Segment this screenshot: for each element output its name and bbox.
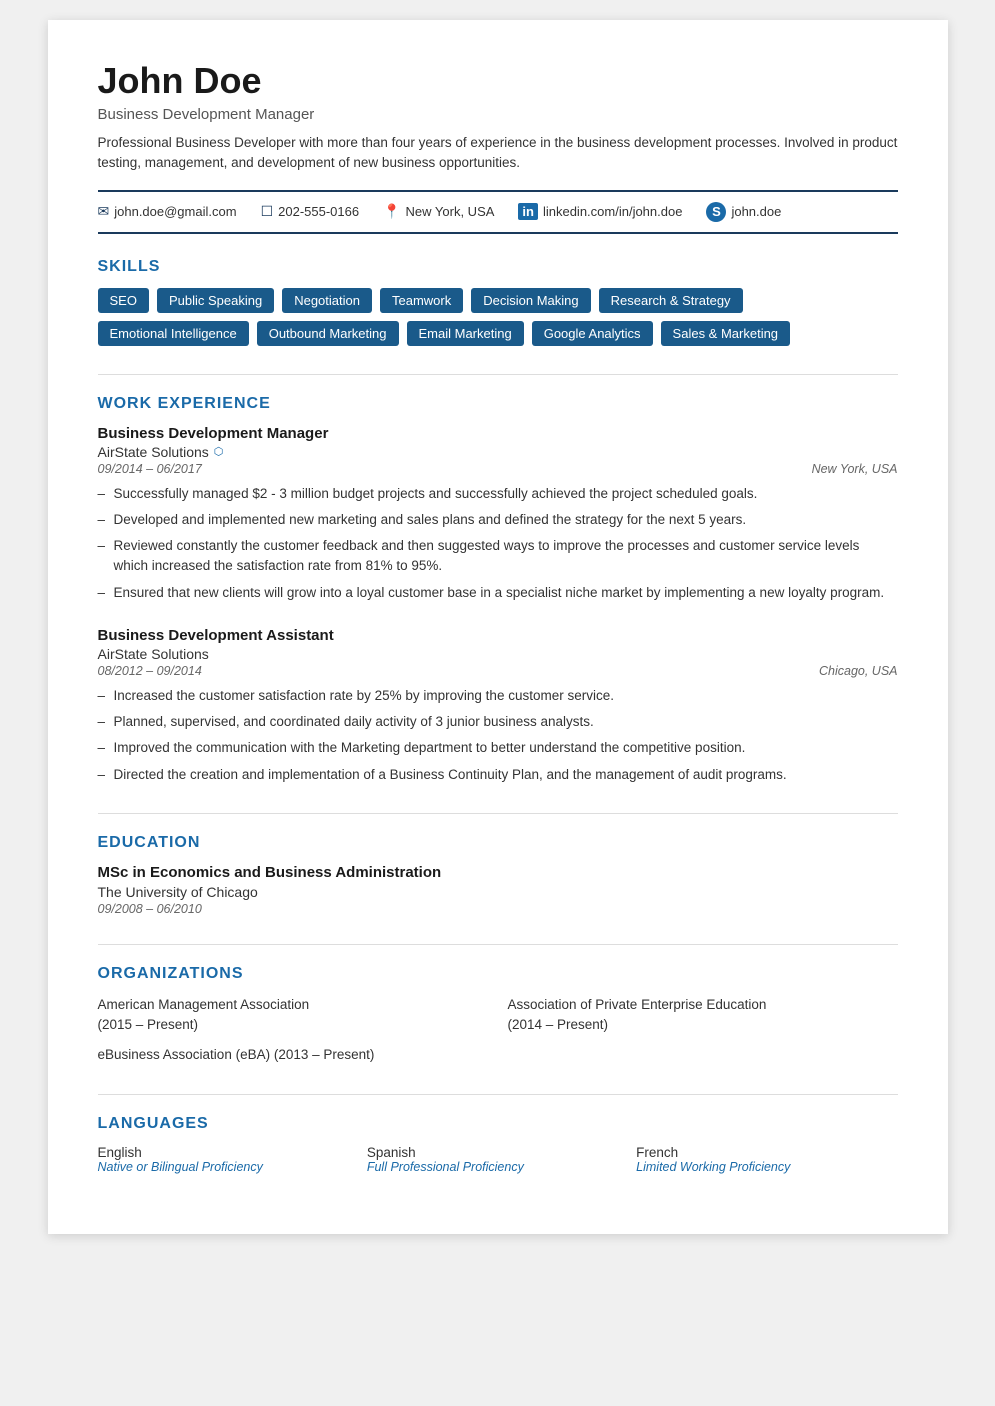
- education-divider: [98, 813, 898, 814]
- job-location: Chicago, USA: [819, 664, 898, 678]
- skill-tag: SEO: [98, 288, 149, 313]
- work-experience-section: WORK EXPERIENCE Business Development Man…: [98, 395, 898, 785]
- job-bullet: Increased the customer satisfaction rate…: [98, 686, 898, 706]
- org-item: Association of Private Enterprise Educat…: [508, 995, 898, 1036]
- education-section-title: EDUCATION: [98, 834, 898, 852]
- org-item: American Management Association(2015 – P…: [98, 995, 488, 1036]
- organizations-section: ORGANIZATIONS American Management Associ…: [98, 965, 898, 1066]
- language-level: Full Professional Proficiency: [367, 1160, 628, 1174]
- phone-value: 202-555-0166: [278, 204, 359, 219]
- contact-linkedin: in linkedin.com/in/john.doe: [518, 203, 682, 220]
- edu-dates: 09/2008 – 06/2010: [98, 902, 898, 916]
- job-bullet: Ensured that new clients will grow into …: [98, 583, 898, 603]
- orgs-grid: American Management Association(2015 – P…: [98, 995, 898, 1066]
- candidate-summary: Professional Business Developer with mor…: [98, 133, 898, 174]
- contact-location: 📍 New York, USA: [383, 203, 494, 220]
- skills-row-2: Emotional Intelligence Outbound Marketing…: [98, 321, 898, 346]
- header-section: John Doe Business Development Manager Pr…: [98, 60, 898, 174]
- skill-tag: Negotiation: [282, 288, 372, 313]
- job-entry: Business Development Assistant AirState S…: [98, 627, 898, 785]
- languages-section: LANGUAGES EnglishNative or Bilingual Pro…: [98, 1115, 898, 1174]
- skills-row-1: SEO Public Speaking Negotiation Teamwork Dec…: [98, 288, 898, 313]
- language-item: EnglishNative or Bilingual Proficiency: [98, 1145, 359, 1174]
- resume-container: John Doe Business Development Manager Pr…: [48, 20, 948, 1234]
- location-icon: 📍: [383, 203, 400, 220]
- education-section: EDUCATION MSc in Economics and Business …: [98, 834, 898, 916]
- skills-section: SKILLS SEO Public Speaking Negotiation Team…: [98, 258, 898, 346]
- contact-phone: ☐ 202-555-0166: [261, 203, 360, 220]
- external-link-icon[interactable]: ⬡: [214, 445, 224, 458]
- contact-bar: ✉ john.doe@gmail.com ☐ 202-555-0166 📍 Ne…: [98, 190, 898, 234]
- edu-school: The University of Chicago: [98, 884, 898, 900]
- job-bullet: Planned, supervised, and coordinated dai…: [98, 712, 898, 732]
- orgs-right-col: Association of Private Enterprise Educat…: [508, 995, 898, 1066]
- candidate-title: Business Development Manager: [98, 106, 898, 123]
- language-name: English: [98, 1145, 359, 1160]
- job-title: Business Development Manager: [98, 425, 898, 442]
- skype-icon: S: [706, 202, 726, 222]
- skills-divider: [98, 374, 898, 375]
- org-item: eBusiness Association (eBA) (2013 – Pres…: [98, 1045, 488, 1065]
- skype-value: john.doe: [731, 204, 781, 219]
- skill-tag: Google Analytics: [532, 321, 653, 346]
- work-section-title: WORK EXPERIENCE: [98, 395, 898, 413]
- job-bullet: Reviewed constantly the customer feedbac…: [98, 536, 898, 577]
- skill-tag: Sales & Marketing: [661, 321, 791, 346]
- skill-tag: Teamwork: [380, 288, 463, 313]
- job-bullet: Improved the communication with the Mark…: [98, 738, 898, 758]
- language-item: FrenchLimited Working Proficiency: [636, 1145, 897, 1174]
- job-company: AirState Solutions: [98, 646, 898, 662]
- orgs-left-col: American Management Association(2015 – P…: [98, 995, 488, 1066]
- job-bullet: Developed and implemented new marketing …: [98, 510, 898, 530]
- language-name: French: [636, 1145, 897, 1160]
- languages-divider: [98, 1094, 898, 1095]
- job-bullets: Successfully managed $2 - 3 million budg…: [98, 484, 898, 603]
- skill-tag: Emotional Intelligence: [98, 321, 249, 346]
- job-meta: 08/2012 – 09/2014 Chicago, USA: [98, 664, 898, 678]
- skill-tag: Research & Strategy: [599, 288, 743, 313]
- orgs-divider: [98, 944, 898, 945]
- orgs-section-title: ORGANIZATIONS: [98, 965, 898, 983]
- skill-tag: Outbound Marketing: [257, 321, 399, 346]
- email-value: john.doe@gmail.com: [114, 204, 236, 219]
- job-bullet: Directed the creation and implementation…: [98, 765, 898, 785]
- skills-section-title: SKILLS: [98, 258, 898, 276]
- job-entry: Business Development Manager AirState Sol…: [98, 425, 898, 603]
- job-bullets: Increased the customer satisfaction rate…: [98, 686, 898, 785]
- location-value: New York, USA: [406, 204, 495, 219]
- job-location: New York, USA: [812, 462, 898, 476]
- job-dates: 09/2014 – 06/2017: [98, 462, 202, 476]
- job-bullet: Successfully managed $2 - 3 million budg…: [98, 484, 898, 504]
- candidate-name: John Doe: [98, 60, 898, 102]
- language-level: Native or Bilingual Proficiency: [98, 1160, 359, 1174]
- linkedin-icon: in: [518, 203, 538, 220]
- job-company: AirState Solutions⬡: [98, 444, 898, 460]
- email-icon: ✉: [98, 203, 110, 220]
- linkedin-value: linkedin.com/in/john.doe: [543, 204, 682, 219]
- languages-section-title: LANGUAGES: [98, 1115, 898, 1133]
- skill-tag: Public Speaking: [157, 288, 274, 313]
- language-level: Limited Working Proficiency: [636, 1160, 897, 1174]
- job-meta: 09/2014 – 06/2017 New York, USA: [98, 462, 898, 476]
- jobs-container: Business Development Manager AirState Sol…: [98, 425, 898, 785]
- skill-tag: Decision Making: [471, 288, 590, 313]
- language-name: Spanish: [367, 1145, 628, 1160]
- languages-grid: EnglishNative or Bilingual Proficiency Sp…: [98, 1145, 898, 1174]
- skill-tag: Email Marketing: [407, 321, 524, 346]
- job-title: Business Development Assistant: [98, 627, 898, 644]
- contact-skype: S john.doe: [706, 202, 781, 222]
- edu-degree: MSc in Economics and Business Administra…: [98, 864, 898, 881]
- language-item: SpanishFull Professional Proficiency: [367, 1145, 628, 1174]
- job-dates: 08/2012 – 09/2014: [98, 664, 202, 678]
- contact-email: ✉ john.doe@gmail.com: [98, 203, 237, 220]
- phone-icon: ☐: [261, 203, 274, 220]
